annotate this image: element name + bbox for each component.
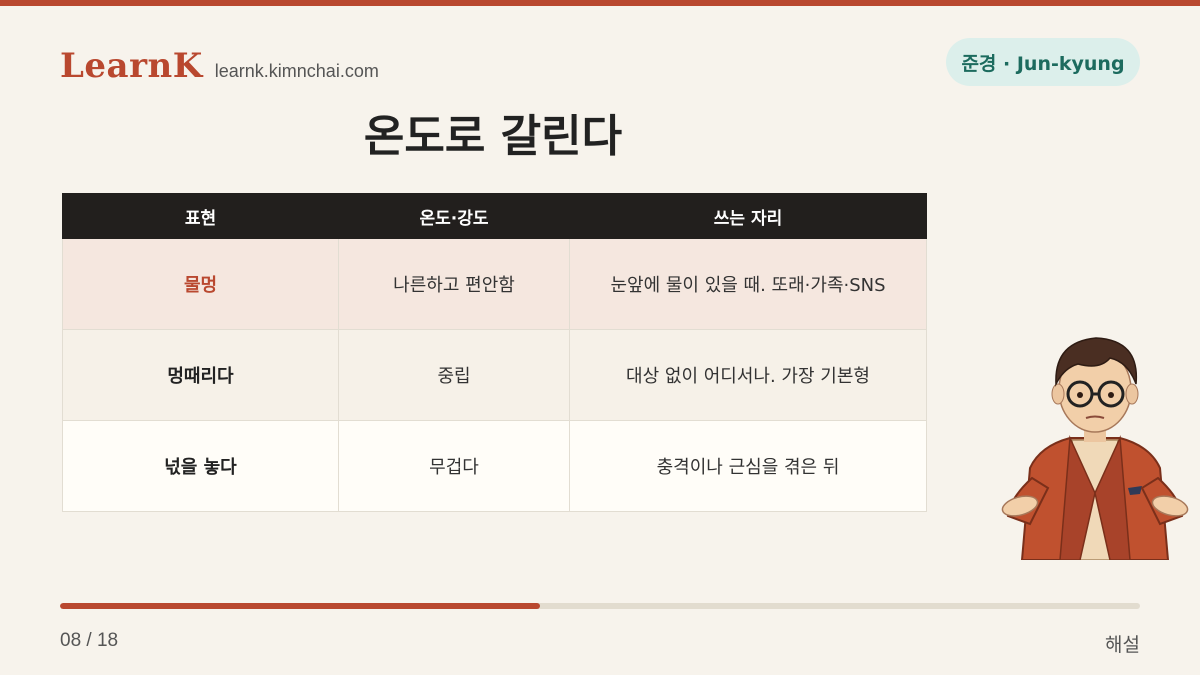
- header-temperature: 온도·강도: [338, 193, 570, 239]
- cell-expression: 멍때리다: [62, 329, 339, 421]
- slide-title: 온도로 갈린다: [363, 111, 623, 162]
- brand-logo: LearnK: [60, 46, 203, 86]
- cell-temperature: 나른하고 편안함: [338, 238, 570, 330]
- table-row: 멍때리다 중립 대상 없이 어디서나. 가장 기본형: [62, 329, 927, 421]
- cell-expression: 물멍: [62, 238, 339, 330]
- brand: LearnK learnk.kimnchai.com: [60, 46, 379, 86]
- comparison-table: 표현 온도·강도 쓰는 자리 물멍 나른하고 편안함 눈앞에 물이 있을 때. …: [62, 193, 927, 512]
- cell-expression: 넋을 놓다: [62, 420, 339, 512]
- table-row: 물멍 나른하고 편안함 눈앞에 물이 있을 때. 또래·가족·SNS: [62, 238, 927, 330]
- table-header-row: 표현 온도·강도 쓰는 자리: [62, 193, 927, 239]
- cell-usage: 충격이나 근심을 겪은 뒤: [569, 420, 927, 512]
- progress-bar: [60, 603, 1140, 609]
- cell-temperature: 무겁다: [338, 420, 570, 512]
- brand-url: learnk.kimnchai.com: [214, 61, 379, 81]
- section-label: 해설: [1105, 634, 1140, 656]
- progress-fill: [60, 603, 540, 609]
- cell-temperature: 중립: [338, 329, 570, 421]
- cell-usage: 대상 없이 어디서나. 가장 기본형: [569, 329, 927, 421]
- header-usage: 쓰는 자리: [569, 193, 927, 239]
- character-illustration-icon: [1001, 337, 1189, 560]
- page-counter: 08 / 18: [60, 630, 119, 651]
- cell-usage: 눈앞에 물이 있을 때. 또래·가족·SNS: [569, 238, 927, 330]
- top-accent-bar: [0, 0, 1200, 6]
- table-row: 넋을 놓다 무겁다 충격이나 근심을 겪은 뒤: [62, 420, 927, 512]
- speaker-badge: 준경 · Jun-kyung: [946, 38, 1140, 86]
- header-expression: 표현: [62, 193, 339, 239]
